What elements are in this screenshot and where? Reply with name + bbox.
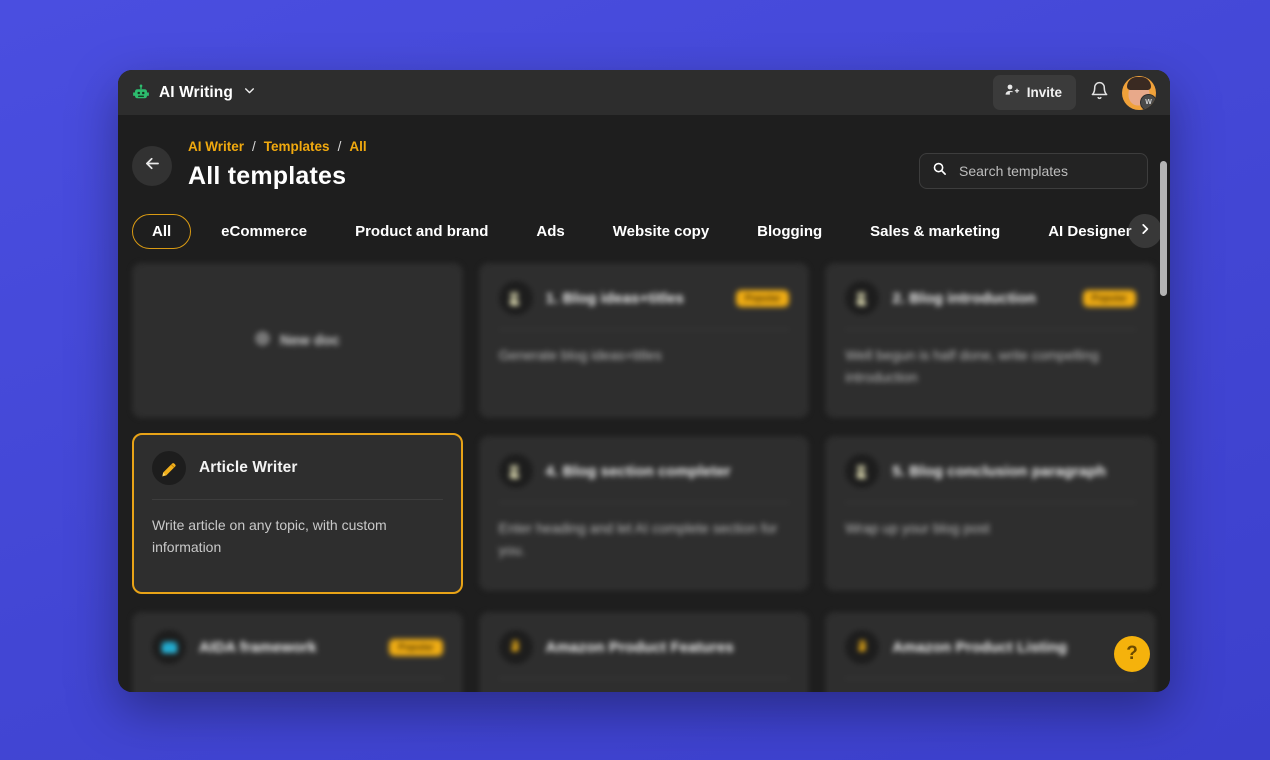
breadcrumb-item-all[interactable]: All: [349, 139, 366, 154]
workspace-switcher[interactable]: AI Writing: [132, 84, 256, 102]
breadcrumb-separator: /: [252, 139, 256, 154]
card-divider: [499, 502, 790, 503]
blog-write-icon: [845, 454, 879, 488]
card-title: 4. Blog section completer: [546, 463, 731, 480]
card-title: Amazon Product Listing: [892, 639, 1067, 656]
arrow-left-icon: [143, 154, 162, 178]
invite-label: Invite: [1027, 85, 1062, 100]
tab-all[interactable]: All: [132, 214, 191, 249]
card-title: 1. Blog ideas+titles: [546, 290, 684, 307]
tabs-scroll-right-button[interactable]: [1128, 214, 1162, 248]
avatar-hair: [1127, 77, 1151, 90]
robot-icon: [132, 84, 150, 102]
tab-website-copy[interactable]: Website copy: [589, 214, 733, 249]
search-box[interactable]: [919, 153, 1148, 189]
template-card[interactable]: AIDA framework Popular: [132, 612, 463, 692]
card-header: 5. Blog conclusion paragraph: [845, 454, 1136, 488]
templates-grid: New doc 1. Blog ideas+titles P: [118, 263, 1170, 692]
template-card[interactable]: Amazon Product Features: [479, 612, 810, 692]
back-button[interactable]: [132, 146, 172, 186]
scrollbar-thumb[interactable]: [1160, 161, 1167, 296]
page-header: AI Writer / Templates / All All template…: [118, 115, 1170, 191]
card-divider: [152, 499, 443, 500]
card-description: Well begun is half done, write compellin…: [845, 344, 1136, 388]
blog-write-icon: [845, 281, 879, 315]
template-card[interactable]: Amazon Product Listing: [825, 612, 1156, 692]
tab-blogging[interactable]: Blogging: [733, 214, 846, 249]
app-window: AI Writing: [118, 70, 1170, 692]
card-title: Article Writer: [199, 459, 297, 477]
status-badge: Popular: [389, 639, 442, 656]
card-divider: [499, 678, 790, 679]
card-description: Wrap up your blog post: [845, 517, 1136, 539]
bell-icon: [1090, 81, 1109, 105]
card-header: Article Writer: [152, 451, 443, 485]
category-tabs: All eCommerce Product and brand Ads Webs…: [118, 207, 1170, 255]
amazon-icon: [499, 630, 533, 664]
breadcrumb-item-ai-writer[interactable]: AI Writer: [188, 139, 244, 154]
avatar-badge: W: [1140, 94, 1156, 110]
breadcrumb: AI Writer / Templates / All: [188, 139, 367, 154]
card-title: AIDA framework: [199, 639, 317, 656]
page-title: All templates: [188, 162, 367, 191]
card-header: 4. Blog section completer: [499, 454, 790, 488]
blog-write-icon: [499, 454, 533, 488]
card-title: Amazon Product Features: [546, 639, 734, 656]
breadcrumb-separator: /: [338, 139, 342, 154]
card-title: 5. Blog conclusion paragraph: [892, 463, 1106, 480]
search-input[interactable]: [957, 162, 1135, 180]
scrollbar-track[interactable]: [1160, 161, 1167, 688]
avatar[interactable]: W: [1122, 76, 1156, 110]
card-header: 1. Blog ideas+titles Popular: [499, 281, 790, 315]
page-content: AI Writer / Templates / All All template…: [118, 115, 1170, 692]
tab-ads[interactable]: Ads: [512, 214, 588, 249]
card-title: 2. Blog introduction: [892, 290, 1036, 307]
chevron-down-icon[interactable]: [242, 84, 256, 102]
card-divider: [845, 329, 1136, 330]
template-card[interactable]: 4. Blog section completer Enter heading …: [479, 436, 810, 591]
card-header: Amazon Product Features: [499, 630, 790, 664]
new-doc-label: New doc: [280, 333, 340, 349]
invite-button[interactable]: Invite: [993, 75, 1076, 110]
card-divider: [845, 502, 1136, 503]
template-card[interactable]: 1. Blog ideas+titles Popular Generate bl…: [479, 263, 810, 418]
pencil-icon: [152, 451, 186, 485]
status-badge: Popular: [736, 290, 789, 307]
search-icon: [932, 161, 947, 181]
notifications-button[interactable]: [1087, 81, 1111, 105]
plus-circle-icon: [255, 331, 270, 351]
card-header: Amazon Product Listing: [845, 630, 1136, 664]
page-heading-block: AI Writer / Templates / All All template…: [188, 131, 367, 191]
breadcrumb-item-templates[interactable]: Templates: [264, 139, 330, 154]
amazon-icon: [845, 630, 879, 664]
chevron-right-icon: [1138, 222, 1152, 241]
new-doc-card[interactable]: New doc: [132, 263, 463, 418]
template-card-article-writer[interactable]: Article Writer Write article on any topi…: [132, 433, 463, 594]
template-card[interactable]: 5. Blog conclusion paragraph Wrap up you…: [825, 436, 1156, 591]
help-button[interactable]: ?: [1114, 636, 1150, 672]
template-card[interactable]: 2. Blog introduction Popular Well begun …: [825, 263, 1156, 418]
brand-name: AI Writing: [159, 84, 233, 102]
topbar-actions: Invite W: [993, 75, 1156, 110]
card-description: Generate blog ideas+titles: [499, 344, 790, 366]
card-divider: [499, 329, 790, 330]
card-divider: [845, 678, 1136, 679]
card-description: Enter heading and let AI complete sectio…: [499, 517, 790, 561]
tab-ecommerce[interactable]: eCommerce: [197, 214, 331, 249]
tab-product-and-brand[interactable]: Product and brand: [331, 214, 512, 249]
card-header: AIDA framework Popular: [152, 630, 443, 664]
card-description: Write article on any topic, with custom …: [152, 514, 443, 558]
blog-write-icon: [499, 281, 533, 315]
card-header: 2. Blog introduction Popular: [845, 281, 1136, 315]
app-topbar: AI Writing: [118, 70, 1170, 115]
card-divider: [152, 678, 443, 679]
desktop-background: AI Writing: [0, 0, 1270, 760]
person-add-icon: [1004, 82, 1020, 103]
envelope-icon: [152, 630, 186, 664]
status-badge: Popular: [1083, 290, 1136, 307]
tab-sales-and-marketing[interactable]: Sales & marketing: [846, 214, 1024, 249]
